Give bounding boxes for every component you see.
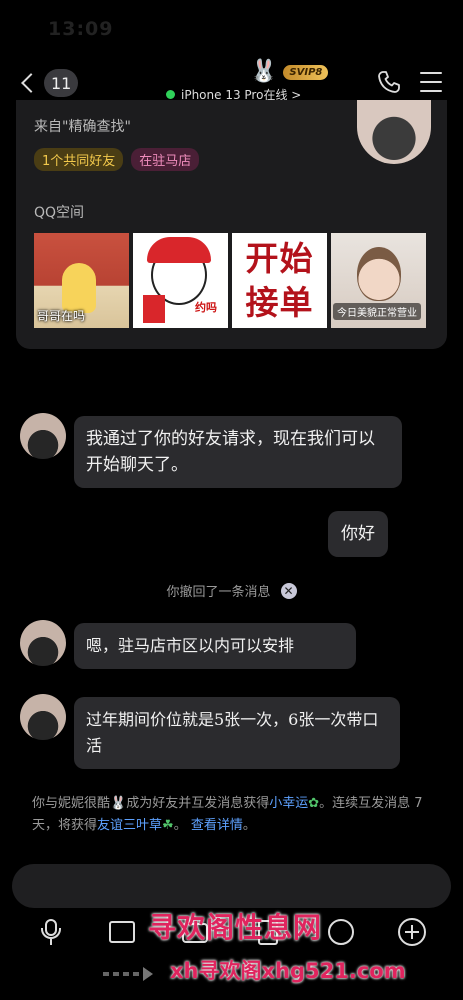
message-input[interactable] — [12, 864, 451, 908]
view-details-link[interactable]: 查看详情 — [191, 818, 243, 833]
message-bubble[interactable]: 过年期间价位就是5张一次，6张一次带口活 — [74, 697, 400, 769]
qzone-photo-2[interactable]: 约吗 — [133, 233, 228, 328]
notice-text: 你与妮妮很酷 — [32, 796, 111, 811]
bunny-icon: 🐰 — [110, 796, 127, 811]
unread-count-badge: 11 — [44, 69, 79, 97]
watermark-url: xh寻欢阁xhg521.com — [170, 959, 406, 983]
contact-avatar-large[interactable] — [357, 100, 431, 164]
cartoon-box — [143, 295, 165, 323]
lucky-link[interactable]: 小幸运 — [269, 796, 308, 811]
duck-figure — [62, 263, 96, 313]
contact-avatar[interactable] — [20, 694, 66, 740]
qzone-photo-4[interactable]: 今日美貌正常营业 — [331, 233, 426, 328]
cartoon-hat — [147, 237, 211, 263]
photo-3-line2: 接单 — [245, 282, 314, 322]
close-icon[interactable]: ✕ — [280, 582, 297, 599]
status-bar: 13:09 — [0, 0, 463, 58]
photo-1-caption: 哥哥在吗 — [37, 309, 86, 323]
qzone-photo-3[interactable]: 开始 接单 — [232, 233, 327, 328]
location-tag: 在驻马店 — [131, 148, 200, 171]
system-notice: 你与妮妮很酷🐰成为好友并互发消息获得小幸运✿。连续互发消息 7天，将获得友谊三叶… — [32, 793, 442, 837]
contact-title[interactable]: 🐰 SVIP8 — [250, 59, 329, 84]
sprout-icon: ✿ — [308, 796, 320, 811]
qzone-label: QQ空间 — [34, 205, 85, 221]
notice-text: 。 — [242, 818, 256, 833]
watermark-title: 寻欢阁性息网 — [148, 911, 323, 944]
image-icon[interactable] — [108, 918, 136, 946]
profile-tags: 1个共同好友 在驻马店 — [34, 148, 200, 171]
friend-source: 来自"精确查找" — [34, 119, 131, 135]
recall-notice-text: 你撤回了一条消息 — [166, 585, 271, 600]
my-message-bubble[interactable]: 你好 — [328, 511, 388, 557]
menu-icon[interactable] — [420, 72, 442, 92]
photo-4-caption: 今日美貌正常营业 — [333, 303, 421, 320]
svip-badge: SVIP8 — [283, 64, 329, 80]
message-bubble[interactable]: 嗯，驻马店市区以内可以安排 — [74, 623, 356, 669]
contact-avatar[interactable] — [20, 413, 66, 459]
phone-icon[interactable] — [377, 70, 401, 94]
message-bubble[interactable]: 我通过了你的好友请求，现在我们可以开始聊天了。 — [74, 416, 402, 488]
notice-text: 。 — [173, 818, 187, 833]
notice-text: 成为好友并互发消息获得 — [126, 796, 270, 811]
emoji-icon[interactable] — [327, 918, 355, 946]
photo-2-caption: 约吗 — [195, 301, 217, 314]
status-time: 13:09 — [48, 18, 114, 40]
clover-link[interactable]: 友谊三叶草 — [97, 818, 162, 833]
microphone-icon[interactable] — [37, 918, 65, 946]
plus-icon[interactable] — [398, 918, 426, 946]
contact-avatar[interactable] — [20, 620, 66, 666]
arrow-icon — [103, 967, 153, 981]
qzone-photo-1[interactable]: 哥哥在吗 — [34, 233, 129, 328]
recall-notice: 你撤回了一条消息 ✕ — [0, 581, 463, 600]
child-portrait — [357, 247, 401, 301]
online-dot-icon — [166, 90, 175, 99]
bunny-icon: 🐰 — [250, 59, 278, 84]
profile-card[interactable]: 来自"精确查找" 1个共同好友 在驻马店 QQ空间 哥哥在吗 约吗 开始 接单 … — [16, 100, 447, 349]
back-button[interactable]: 11 — [18, 68, 79, 98]
back-chevron-icon — [21, 73, 41, 93]
clover-icon: ☘ — [162, 818, 174, 833]
mutual-friends-tag[interactable]: 1个共同好友 — [34, 148, 124, 171]
photo-3-line1: 开始 — [245, 238, 314, 278]
qzone-photos: 哥哥在吗 约吗 开始 接单 今日美貌正常营业 — [34, 233, 426, 328]
